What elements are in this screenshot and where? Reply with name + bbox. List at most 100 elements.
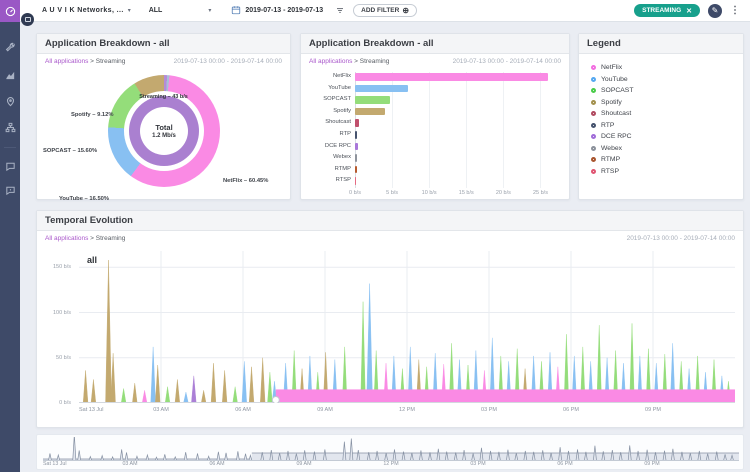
overflow-menu-icon[interactable]: ⋮ [730,5,740,16]
donut-center-title: Total [155,123,172,132]
legend-panel: Legend NetFlixYouTubeSOPCASTSpotifyShout… [578,33,744,200]
bar-chart[interactable] [355,72,559,188]
temporal-chart[interactable] [79,251,735,403]
series-label: all [87,255,97,265]
temporal-evolution-panel: Temporal Evolution All applications > St… [36,210,744,428]
x-tick-label: 5 b/s [386,190,398,196]
breadcrumb-root-link[interactable]: All applications [45,235,88,242]
bar-rtmp[interactable] [355,166,357,174]
legend-item-netflix[interactable]: NetFlix [591,64,731,71]
add-filter-button[interactable]: ADD FILTER ⊕ [353,4,417,17]
x-tick-label: 03 AM [153,407,169,413]
filter-lines-icon[interactable] [335,2,345,20]
bar-sopcast[interactable] [355,96,390,104]
bar-label: Shoutcast [301,119,351,125]
legend-item-rtmp[interactable]: RTMP [591,156,731,163]
x-tick-label: 12 PM [383,461,398,467]
legend-item-sopcast[interactable]: SOPCAST [591,87,731,94]
bar-shoutcast[interactable] [355,119,359,127]
bar-dce-rpc[interactable] [355,143,358,151]
breadcrumb-root-link[interactable]: All applications [309,58,352,65]
panel-date-range: 2019-07-13 00:00 - 2019-07-14 00:00 [453,58,561,65]
panel-title: Application Breakdown - all [37,34,290,54]
scope-selector[interactable]: ALL [149,7,163,14]
legend-label: YouTube [601,76,628,83]
legend-item-rtsp[interactable]: RTSP [591,168,731,175]
donut-chart[interactable]: Total 1.2 Mb/s Streaming – 43 b/s Spotif… [37,70,290,199]
edit-button[interactable]: ✎ [708,4,722,18]
donut-center: Total 1.2 Mb/s [140,107,188,155]
bar-label: SOPCAST [301,96,351,102]
tenant-selector[interactable]: A U V I K Networks, ... [42,7,124,14]
bar-label: Webex [301,154,351,160]
chevron-down-icon[interactable]: ▾ [128,7,131,14]
panel-title: Application Breakdown - all [301,34,569,54]
legend-item-spotify[interactable]: Spotify [591,99,731,106]
legend-color-dot [591,169,596,174]
calendar-icon[interactable] [231,2,241,20]
legend-item-webex[interactable]: Webex [591,145,731,152]
legend-item-rtp[interactable]: RTP [591,122,731,129]
donut-slice-label: SOPCAST – 15.60% [43,148,97,154]
x-tick-label: 09 AM [317,407,333,413]
active-filter-chip[interactable]: STREAMING ✕ [634,4,700,17]
breadcrumb-current: Streaming [96,58,126,65]
x-tick-label: 06 AM [235,407,251,413]
legend-label: Shoutcast [601,110,631,117]
legend-item-dce-rpc[interactable]: DCE RPC [591,133,731,140]
sidebar-item-tools[interactable] [0,36,20,58]
gridline [429,72,430,188]
legend-item-youtube[interactable]: YouTube [591,76,731,83]
legend-color-dot [591,146,596,151]
bar-youtube[interactable] [355,85,408,93]
x-tick-label: 06 AM [209,461,224,467]
temporal-x-axis: Sat 13 Jul03 AM06 AM09 AM12 PM03 PM06 PM… [79,407,735,417]
legend-color-dot [591,65,596,70]
chevron-down-icon[interactable]: ▾ [208,7,211,14]
bar-webex[interactable] [355,154,357,162]
temporal-y-axis: 150 b/s100 b/s50 b/s0 b/s [37,251,75,403]
legend-item-shoutcast[interactable]: Shoutcast [591,110,731,117]
sidebar-item-analytics[interactable] [0,64,20,86]
application-breakdown-donut-panel: Application Breakdown - all All applicat… [36,33,291,200]
x-tick-label: 03 PM [470,461,485,467]
x-tick-label: 0 b/s [349,190,361,196]
x-tick-label: 03 AM [122,461,137,467]
legend-color-dot [591,134,596,139]
y-tick-label: 150 b/s [53,264,71,270]
sidebar-item-chat[interactable] [0,155,20,177]
x-tick-label: 06 PM [563,407,579,413]
legend-label: Webex [601,145,622,152]
sidebar-item-topology[interactable] [0,116,20,138]
legend-label: RTMP [601,156,620,163]
active-filter-label: STREAMING [642,7,681,14]
bar-rtsp[interactable] [355,177,356,185]
panel-date-range: 2019-07-13 00:00 - 2019-07-14 00:00 [627,235,735,242]
legend-color-dot [591,157,596,162]
y-tick-label: 0 b/s [59,400,71,406]
area-chart-icon [5,70,16,81]
x-tick-label: 03 PM [481,407,497,413]
bar-rtp[interactable] [355,131,357,139]
sidebar-item-help[interactable] [0,179,20,201]
legend-label: RTSP [601,168,619,175]
sidebar-collapse-toggle[interactable] [21,13,34,26]
bar-netflix[interactable] [355,73,548,81]
date-range-picker[interactable]: 2019-07-13 - 2019-07-13 [245,7,323,14]
wrench-icon [5,42,16,53]
remove-filter-icon[interactable]: ✕ [686,7,692,15]
x-tick-label: Sat 13 Jul [43,461,67,467]
bar-label: RTP [301,131,351,137]
panel-date-range: 2019-07-13 00:00 - 2019-07-14 00:00 [174,58,282,65]
bar-label: NetFlix [301,73,351,79]
bar-spotify[interactable] [355,108,385,116]
breadcrumb-root-link[interactable]: All applications [45,58,88,65]
timeline-navigator[interactable]: Sat 13 Jul03 AM06 AM09 AM12 PM03 PM06 PM… [36,434,744,470]
breadcrumb: All applications > Streaming [45,58,125,65]
sidebar-item-locations[interactable] [0,90,20,112]
breadcrumb-separator: > [90,58,94,65]
plus-circle-icon: ⊕ [402,7,409,15]
sidebar-item-dashboard[interactable] [0,0,20,22]
gridline [540,72,541,188]
legend-label: Spotify [601,99,622,106]
